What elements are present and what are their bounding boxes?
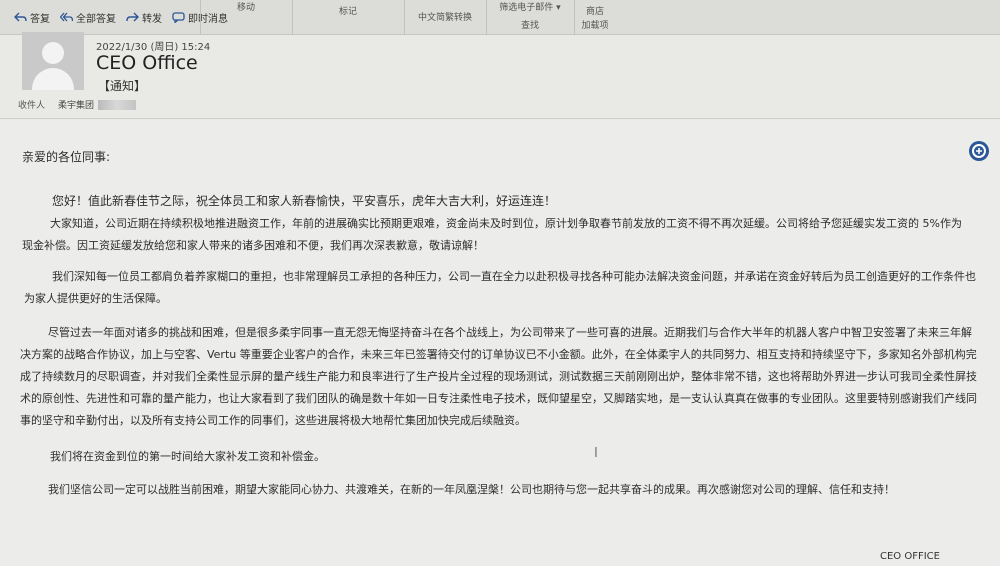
message-subject: 【通知】 <box>98 79 147 93</box>
ribbon-group-bottom-label: 查找 <box>520 21 539 31</box>
message-actions: 答复 全部答复 转发 即时消息 <box>14 10 228 25</box>
sender-name[interactable]: CEO Office <box>96 52 198 74</box>
reply-icon <box>14 12 27 22</box>
message-date: 2022/1/30 (周日) 15:24 <box>96 42 211 53</box>
ribbon-group-tags[interactable]: 标记 <box>292 0 403 34</box>
email-paragraph: 我们坚信公司一定可以战胜当前困难，期望大家能同心协力、共渡难关，在新的一年凤凰涅… <box>48 483 895 496</box>
recipient-list[interactable]: 柔宇集团 <box>58 98 137 111</box>
email-signature: CEO OFFICE <box>880 551 940 562</box>
reply-all-button[interactable]: 全部答复 <box>60 10 116 25</box>
ribbon-toolbar: 答复 全部答复 转发 即时消息 移动 标记 中文简繁转换 筛选电子邮件 ▾ 查找… <box>0 0 1000 35</box>
ribbon-group-move[interactable]: 移动 <box>200 0 291 34</box>
avatar-head <box>42 42 64 64</box>
email-greeting: 亲爱的各位同事: <box>22 150 111 164</box>
redacted-recipients <box>98 99 137 110</box>
reply-all-icon <box>60 12 73 22</box>
header-divider <box>0 118 1000 119</box>
reply-label: 答复 <box>30 14 50 25</box>
forward-label: 转发 <box>142 14 162 25</box>
recipient-name: 柔宇集团 <box>58 101 95 111</box>
ribbon-group-bottom-label: 标记 <box>338 7 357 17</box>
avatar-body <box>32 68 74 90</box>
ribbon-group-addins[interactable]: 商店 加载项 <box>574 0 615 34</box>
ribbon-group-top-label: 移动 <box>236 3 255 13</box>
email-paragraph: 尽管过去一年面对诸多的挑战和困难，但是很多柔宇同事一直无怨无悔坚持奋斗在各个战线… <box>20 326 977 427</box>
forward-icon <box>126 12 139 22</box>
recipient-label: 收件人 <box>18 101 46 111</box>
reply-button[interactable]: 答复 <box>14 10 50 25</box>
ribbon-group-top-label: 中文简繁转换 <box>417 13 472 23</box>
sender-avatar <box>22 32 84 90</box>
text-cursor-icon: I <box>594 446 598 461</box>
chat-icon <box>172 12 185 23</box>
email-paragraph: 您好！值此新春佳节之际，祝全体员工和家人新春愉快，平安喜乐，虎年大吉大利，好运连… <box>52 194 557 208</box>
ribbon-group-top-label: 筛选电子邮件 ▾ <box>499 3 561 13</box>
reply-all-label: 全部答复 <box>76 14 116 25</box>
forward-button[interactable]: 转发 <box>126 10 162 25</box>
email-paragraph: 大家知道，公司近期在持续积极地推进融资工作，年前的进展确实比预期更艰难，资金尚未… <box>22 217 962 252</box>
email-paragraph: 我们深知每一位员工都肩负着养家糊口的重担，也非常理解员工承担的各种压力，公司一直… <box>24 270 976 305</box>
ribbon-group-bottom-label: 加载项 <box>581 21 609 31</box>
email-paragraph: 我们将在资金到位的第一时间给大家补发工资和补偿金。 <box>50 450 325 463</box>
ribbon-group-top-label: 商店 <box>585 7 604 17</box>
assistant-icon[interactable] <box>968 140 990 162</box>
ribbon-group-convert[interactable]: 中文简繁转换 <box>404 0 485 34</box>
ribbon-group-find[interactable]: 筛选电子邮件 ▾ 查找 <box>486 0 573 34</box>
